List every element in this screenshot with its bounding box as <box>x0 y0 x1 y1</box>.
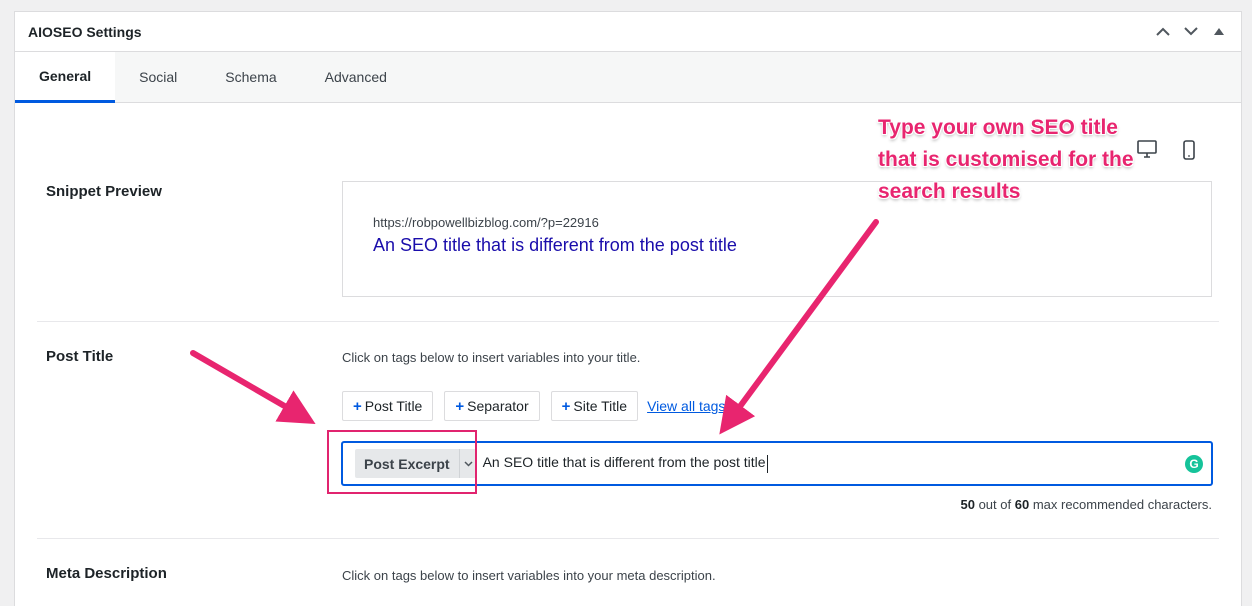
panel-title: AIOSEO Settings <box>28 23 142 40</box>
tab-social[interactable]: Social <box>115 52 201 102</box>
text-caret <box>766 454 768 473</box>
panel-header: AIOSEO Settings <box>15 12 1241 52</box>
tag-buttons: + Post Title + Separator + Site Title Vi… <box>342 391 743 421</box>
plus-icon: + <box>561 397 571 415</box>
chevron-up-icon[interactable] <box>1155 24 1171 40</box>
row-divider <box>37 538 1219 539</box>
add-site-title-tag-button[interactable]: + Site Title <box>550 391 639 421</box>
post-excerpt-tag-chip[interactable]: Post Excerpt <box>355 449 477 478</box>
seo-title-value[interactable]: An SEO title that is different from the … <box>483 454 1185 473</box>
post-title-label: Post Title <box>46 348 114 365</box>
plus-icon: + <box>353 397 362 415</box>
plus-icon: + <box>455 397 465 415</box>
snippet-title: An SEO title that is different from the … <box>373 235 737 255</box>
tab-schema[interactable]: Schema <box>201 52 300 102</box>
meta-description-label: Meta Description <box>46 565 167 582</box>
add-separator-tag-button[interactable]: + Separator <box>444 391 540 421</box>
view-all-tags-link[interactable]: View all tags → <box>647 398 743 414</box>
aioseo-settings-panel: AIOSEO Settings General Social Schema Ad… <box>14 11 1242 606</box>
tab-bar: General Social Schema Advanced <box>15 52 1241 103</box>
character-count: 50 out of 60 max recommended characters. <box>960 497 1212 512</box>
row-divider <box>37 321 1219 322</box>
tab-advanced[interactable]: Advanced <box>301 52 411 102</box>
snippet-preview-label: Snippet Preview <box>46 183 162 200</box>
post-title-hint: Click on tags below to insert variables … <box>342 350 641 365</box>
chevron-down-icon[interactable] <box>1183 24 1199 40</box>
add-post-title-tag-button[interactable]: + Post Title <box>342 391 434 421</box>
seo-title-input[interactable]: Post Excerpt An SEO title that is differ… <box>341 441 1213 486</box>
snippet-url: https://robpowellbizblog.com/?p=22916 <box>373 215 599 230</box>
tab-general[interactable]: General <box>15 52 116 103</box>
meta-description-hint: Click on tags below to insert variables … <box>342 568 716 583</box>
annotation-callout: Type your own SEO title that is customis… <box>878 116 1134 203</box>
collapse-triangle-icon[interactable] <box>1211 24 1227 40</box>
grammarly-icon[interactable]: G <box>1185 454 1203 473</box>
chevron-down-icon[interactable] <box>458 449 477 478</box>
panel-controls <box>1155 24 1227 40</box>
